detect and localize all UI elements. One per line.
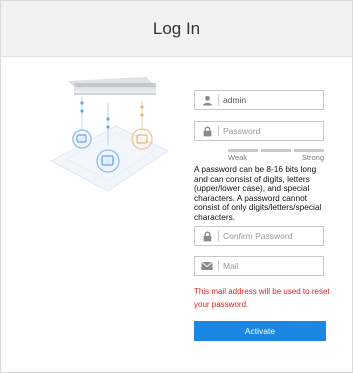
field-separator xyxy=(218,231,219,241)
field-separator xyxy=(218,126,219,136)
mail-field[interactable] xyxy=(194,256,324,276)
mail-input[interactable] xyxy=(223,261,318,271)
field-separator xyxy=(218,261,219,271)
confirm-password-input[interactable] xyxy=(223,231,318,241)
strength-strong-label: Strong xyxy=(301,153,324,162)
confirm-password-field[interactable] xyxy=(194,226,324,246)
strength-bar-weak xyxy=(228,149,258,152)
strength-bar-strong xyxy=(294,149,324,152)
login-window: Log In admin Weak Strong A password can … xyxy=(0,0,353,373)
header-bar: Log In xyxy=(1,1,352,57)
password-strength-meter: Weak Strong xyxy=(228,149,324,162)
activate-button[interactable]: Activate xyxy=(194,321,326,341)
username-field[interactable] xyxy=(194,90,324,110)
page-title: Log In xyxy=(152,18,201,38)
username-input[interactable] xyxy=(223,95,318,105)
strength-weak-label: Weak xyxy=(228,153,248,162)
mail-usage-note: This mail address will be used to reset … xyxy=(194,287,330,309)
strength-bar-medium xyxy=(261,149,291,152)
lock-icon xyxy=(198,122,216,140)
password-rules-hint: A password can be 8-16 bits long and can… xyxy=(194,164,322,222)
device-network-illustration xyxy=(49,77,170,192)
mail-icon xyxy=(198,257,216,275)
password-field[interactable] xyxy=(194,121,324,141)
password-input[interactable] xyxy=(223,126,318,136)
user-icon xyxy=(198,91,216,109)
lock-icon xyxy=(198,227,216,245)
field-separator xyxy=(218,95,219,105)
